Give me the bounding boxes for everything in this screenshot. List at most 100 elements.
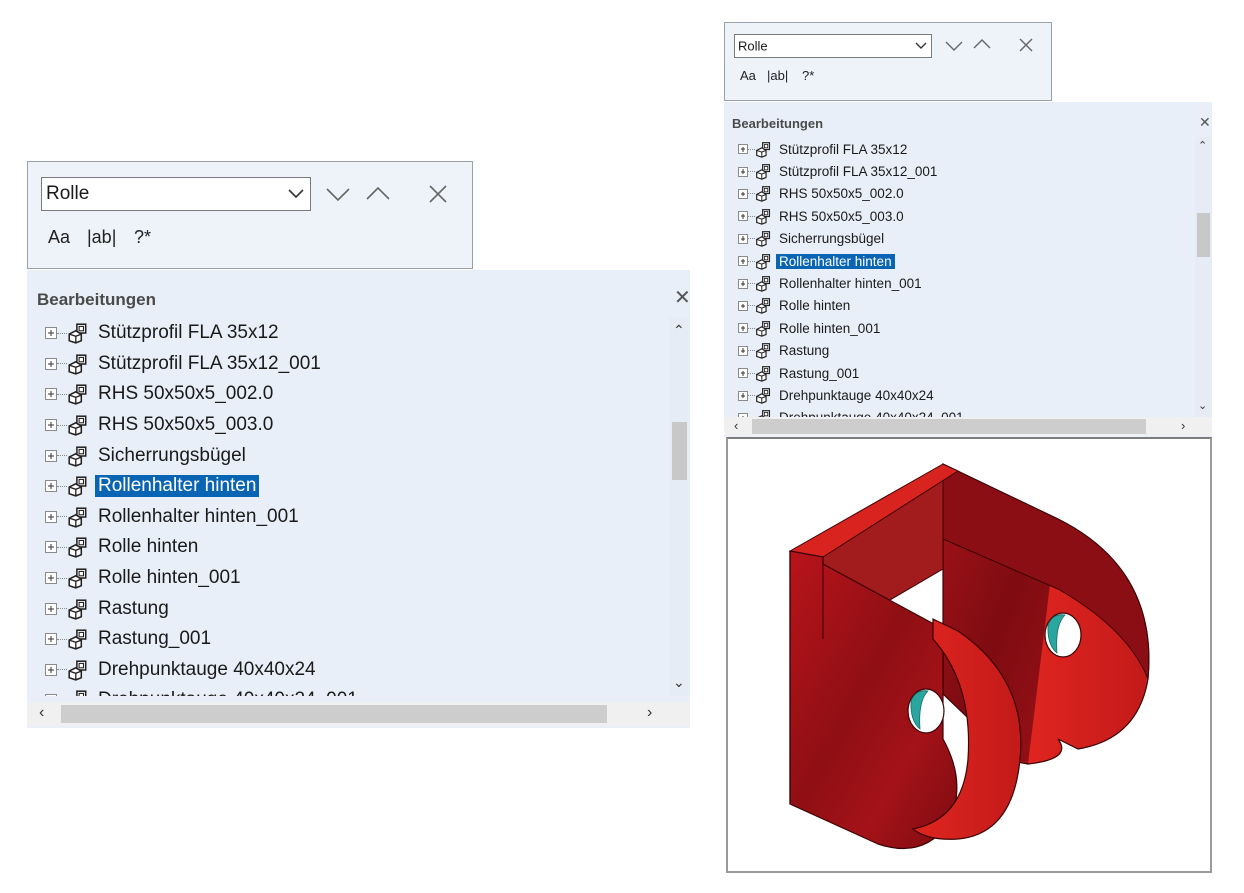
close-find-button[interactable] — [428, 184, 448, 204]
tree-item[interactable]: RHS 50x50x5_002.0 — [27, 379, 276, 410]
tree-item-label: Rolle hinten_001 — [98, 567, 241, 589]
expand-icon[interactable] — [45, 388, 57, 401]
whole-word-toggle[interactable]: |ab| — [87, 227, 116, 248]
scroll-up-icon[interactable]: ⌃ — [1198, 139, 1207, 152]
match-case-toggle[interactable]: Aa — [740, 68, 756, 83]
expand-icon[interactable] — [738, 211, 748, 222]
expand-icon[interactable] — [738, 278, 748, 289]
expand-icon[interactable] — [45, 327, 57, 340]
close-find-button[interactable] — [1019, 38, 1033, 52]
tree-item[interactable]: RHS 50x50x5_003.0 — [724, 205, 907, 227]
tree-connector — [748, 215, 755, 217]
tree-item[interactable]: Stützprofil FLA 35x12_001 — [27, 349, 324, 380]
tree-item[interactable]: Rastung_001 — [27, 624, 214, 655]
scroll-down-icon[interactable]: ⌄ — [673, 674, 685, 691]
feature-tree: Stützprofil FLA 35x12 Stützprofil FLA 35x… — [27, 318, 667, 696]
expand-icon[interactable] — [738, 323, 748, 334]
expand-icon[interactable] — [45, 480, 57, 493]
expand-icon[interactable] — [45, 633, 57, 646]
rollenhalter-3d-model — [788, 463, 1150, 850]
tree-item[interactable]: Rastung — [724, 340, 832, 362]
tree-item[interactable]: Stützprofil FLA 35x12 — [27, 318, 282, 349]
expand-icon[interactable] — [738, 166, 748, 177]
scrollbar-thumb[interactable] — [61, 705, 607, 723]
3d-viewport[interactable] — [726, 437, 1212, 873]
expand-icon[interactable] — [738, 233, 748, 244]
tree-item[interactable]: Rollenhalter hinten_001 — [27, 502, 302, 533]
tree-item[interactable]: Rolle hinten — [724, 295, 853, 317]
horizontal-scrollbar[interactable]: ‹ › — [27, 702, 690, 726]
match-case-toggle[interactable]: Aa — [48, 227, 70, 248]
tree-item-label: Rastung_001 — [98, 628, 212, 650]
expand-icon[interactable] — [45, 541, 57, 554]
chevron-down-icon[interactable] — [288, 189, 304, 199]
tree-item[interactable]: Drehpunktauge 40x40x24_001 — [724, 407, 967, 417]
scroll-right-icon[interactable]: › — [647, 704, 652, 722]
expand-icon[interactable] — [738, 300, 748, 311]
tree-item[interactable]: Rollenhalter hinten_001 — [724, 272, 925, 294]
find-previous-button[interactable] — [366, 186, 390, 200]
scroll-left-icon[interactable]: ‹ — [734, 418, 738, 433]
expand-icon[interactable] — [45, 694, 57, 696]
expand-icon[interactable] — [738, 144, 748, 155]
expand-icon[interactable] — [738, 345, 748, 356]
tree-item[interactable]: Drehpunktauge 40x40x24_001 — [27, 685, 361, 696]
expand-icon[interactable] — [45, 572, 57, 585]
scroll-right-icon[interactable]: › — [1181, 418, 1185, 433]
expand-icon[interactable] — [738, 368, 748, 379]
vertical-scrollbar[interactable]: ⌃ ⌄ — [669, 318, 690, 696]
tree-item[interactable]: Rastung_001 — [724, 362, 862, 384]
part-feature-icon — [68, 629, 87, 651]
vertical-scrollbar[interactable]: ⌃ ⌄ — [1195, 137, 1212, 417]
tree-item[interactable]: Rollenhalter hinten — [724, 250, 895, 272]
regex-toggle[interactable]: ?* — [802, 68, 814, 83]
tree-item[interactable]: Rolle hinten — [27, 532, 201, 563]
chevron-down-icon[interactable] — [915, 42, 927, 50]
expand-icon[interactable] — [738, 256, 748, 267]
regex-toggle[interactable]: ?* — [134, 227, 151, 248]
tree-item[interactable]: Drehpunktauge 40x40x24 — [27, 655, 319, 686]
scrollbar-thumb[interactable] — [752, 419, 1146, 434]
expand-icon[interactable] — [738, 188, 748, 199]
close-icon[interactable]: ✕ — [1199, 114, 1211, 131]
expand-icon[interactable] — [45, 449, 57, 462]
tree-item[interactable]: Drehpunktauge 40x40x24 — [724, 384, 937, 406]
search-combobox[interactable]: Rolle — [734, 34, 932, 58]
tree-item[interactable]: Sicherrungsbügel — [27, 440, 249, 471]
tree-item[interactable]: Rolle hinten_001 — [27, 563, 244, 594]
scroll-up-icon[interactable]: ⌃ — [673, 322, 685, 339]
part-feature-icon — [756, 276, 771, 292]
search-input[interactable]: Rolle — [46, 183, 89, 205]
scrollbar-thumb[interactable] — [1197, 213, 1210, 257]
find-next-button[interactable] — [945, 41, 963, 51]
part-feature-icon — [756, 186, 771, 203]
tree-item[interactable]: Rolle hinten_001 — [724, 317, 883, 339]
scroll-down-icon[interactable]: ⌄ — [1198, 399, 1207, 412]
scroll-left-icon[interactable]: ‹ — [39, 704, 44, 722]
close-icon[interactable]: ✕ — [674, 285, 690, 310]
tree-item[interactable]: RHS 50x50x5_002.0 — [724, 183, 907, 205]
tree-connector — [57, 608, 67, 610]
tree-item-label: Rolle hinten — [779, 298, 851, 314]
horizontal-scrollbar[interactable]: ‹ › — [724, 417, 1212, 436]
tree-item[interactable]: Rollenhalter hinten — [27, 471, 260, 502]
scrollbar-thumb[interactable] — [672, 422, 687, 480]
tree-item[interactable]: Rastung — [27, 593, 172, 624]
whole-word-toggle[interactable]: |ab| — [767, 68, 788, 83]
expand-icon[interactable] — [45, 357, 57, 370]
expand-icon[interactable] — [738, 390, 748, 401]
expand-icon[interactable] — [45, 663, 57, 676]
find-next-button[interactable] — [326, 188, 350, 202]
tree-item[interactable]: RHS 50x50x5_003.0 — [27, 410, 276, 441]
bearbeitungen-panel-right: Bearbeitungen ✕ Stützprofil FLA 35x12 Stü… — [724, 102, 1212, 437]
find-previous-button[interactable] — [973, 39, 991, 49]
expand-icon[interactable] — [45, 510, 57, 523]
search-input[interactable]: Rolle — [738, 39, 768, 54]
search-combobox[interactable]: Rolle — [41, 177, 311, 211]
expand-icon[interactable] — [45, 602, 57, 615]
expand-icon[interactable] — [45, 419, 57, 432]
tree-item[interactable]: Sicherrungsbügel — [724, 228, 887, 250]
tree-item[interactable]: Stützprofil FLA 35x12 — [724, 138, 910, 160]
tree-connector — [748, 350, 755, 352]
tree-item[interactable]: Stützprofil FLA 35x12_001 — [724, 160, 940, 182]
